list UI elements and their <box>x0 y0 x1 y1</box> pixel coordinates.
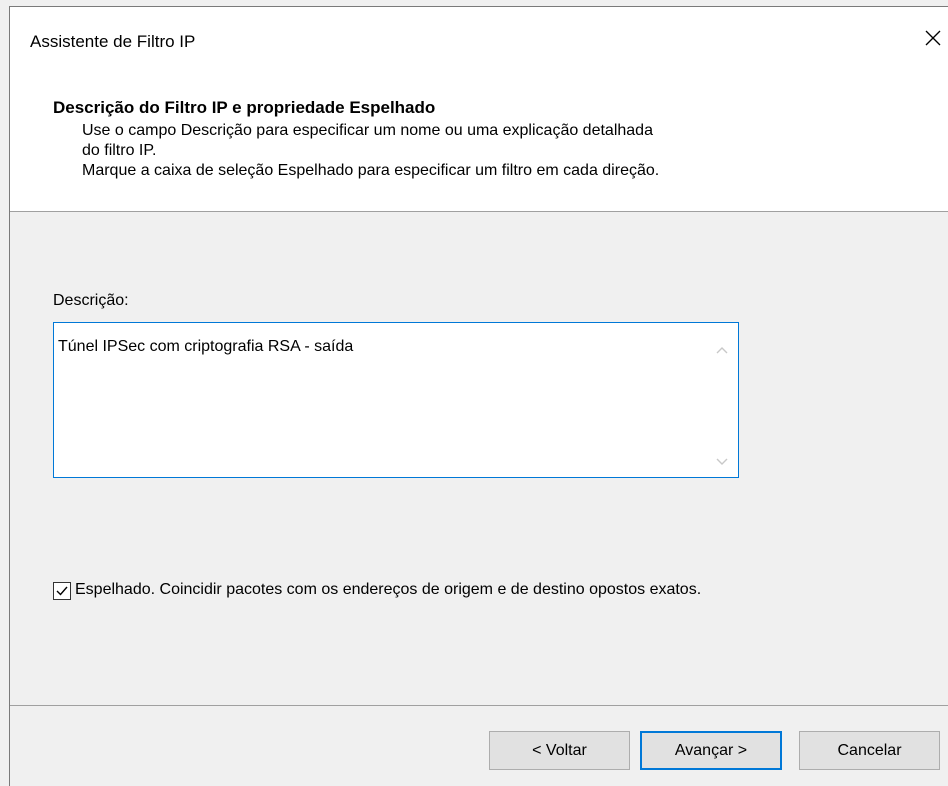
description-textarea[interactable]: Túnel IPSec com criptografia RSA - saída <box>53 322 739 478</box>
header-description-line: Marque a caixa de seleção Espelhado para… <box>82 162 660 179</box>
close-button[interactable] <box>920 21 948 55</box>
cancel-button[interactable]: Cancelar <box>799 731 940 770</box>
back-button[interactable]: < Voltar <box>489 731 630 770</box>
header-description-line: Use o campo Descrição para especificar u… <box>82 122 653 139</box>
footer-divider <box>10 705 948 706</box>
header-description-line: do filtro IP. <box>82 142 157 159</box>
window-title: Assistente de Filtro IP <box>30 32 196 51</box>
title-bar: Assistente de Filtro IP <box>10 7 948 67</box>
wizard-dialog: Assistente de Filtro IP Descrição do Fil… <box>9 6 948 786</box>
next-button[interactable]: Avançar > <box>640 731 782 770</box>
wizard-header: Descrição do Filtro IP e propriedade Esp… <box>10 67 948 212</box>
checkmark-icon <box>56 586 68 596</box>
description-text: Túnel IPSec com criptografia RSA - saída <box>58 338 354 355</box>
header-description: Use o campo Descrição para especificar u… <box>82 121 862 181</box>
page-title: Descrição do Filtro IP e propriedade Esp… <box>53 98 436 117</box>
close-icon <box>925 30 941 46</box>
chevron-down-icon[interactable] <box>714 455 730 469</box>
description-label: Descrição: <box>53 292 129 309</box>
mirrored-checkbox[interactable] <box>53 582 71 600</box>
mirrored-label[interactable]: Espelhado. Coincidir pacotes com os ende… <box>75 580 765 600</box>
chevron-up-icon[interactable] <box>714 343 730 357</box>
